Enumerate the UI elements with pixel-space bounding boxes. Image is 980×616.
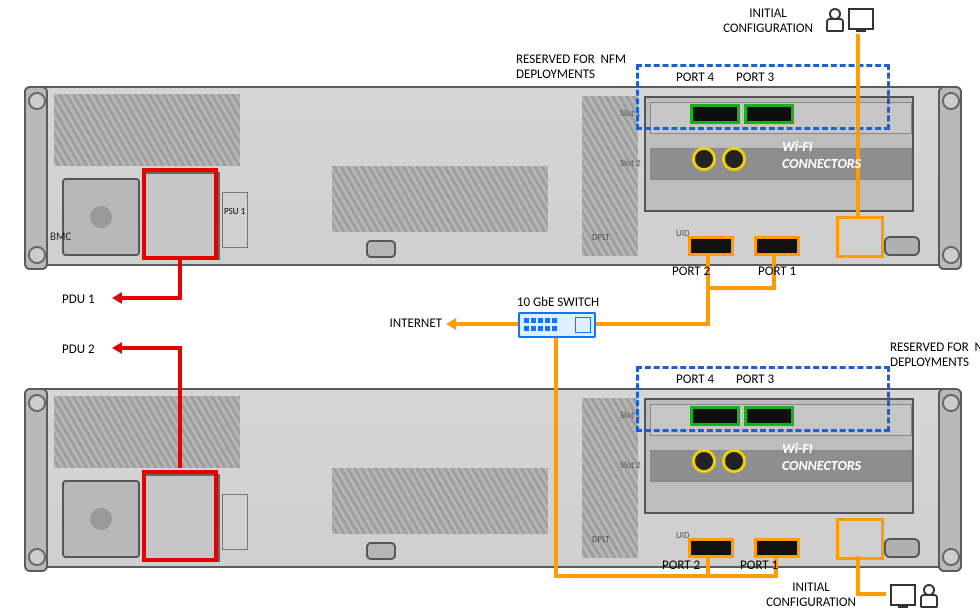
- dplt-label: DPLT: [592, 232, 610, 243]
- switch-label: 10 GbE SWITCH: [510, 295, 606, 310]
- data-wire: [706, 286, 776, 290]
- fan-icon: [62, 480, 140, 558]
- switch-icon: [518, 312, 596, 338]
- pc-icon: [848, 8, 874, 30]
- port1-orange-bot: [754, 538, 800, 558]
- vent-right: [582, 398, 638, 558]
- port2-orange-bot: [688, 538, 734, 558]
- initial-config-label-top: INITIAL CONFIGURATION: [720, 6, 816, 36]
- user-icon: [920, 584, 936, 604]
- dplt-label: DPLT: [592, 534, 610, 545]
- fan-icon: [62, 178, 140, 256]
- slot2-label: Slot 2: [620, 460, 641, 471]
- port1-orange-top: [754, 236, 800, 256]
- power-inlet-highlight-top: [142, 168, 218, 260]
- port3-green-bot: [744, 406, 794, 426]
- vent-right: [582, 96, 638, 256]
- vent-center: [332, 166, 548, 232]
- vga-port: [884, 236, 920, 256]
- db9-port: [366, 542, 396, 560]
- port4-green-bot: [690, 406, 740, 426]
- rack-ear-right: [938, 388, 962, 572]
- rack-ear-left: [24, 86, 48, 270]
- slot2-label: Slot 2: [620, 158, 641, 169]
- reserved-nfm-label-bottom: RESERVED FOR NFM DEPLOYMENTS: [890, 340, 980, 370]
- port2-label-top: PORT 2: [672, 264, 710, 279]
- mgmt-port-highlight-top: [836, 216, 884, 258]
- bmc-label: BMC: [50, 230, 71, 243]
- pc-icon: [890, 584, 916, 606]
- wifi-conn-a-top: [692, 147, 716, 171]
- port3-green-top: [744, 104, 794, 124]
- port1-label-top: PORT 1: [758, 264, 796, 279]
- diagram-stage: { "labels": { "initialConfigTop": "INITI…: [0, 0, 980, 616]
- db9-port: [366, 240, 396, 258]
- rack-ear-right: [938, 86, 962, 270]
- mgmt-port-highlight-bottom: [836, 518, 884, 560]
- arrow-icon: [112, 342, 122, 354]
- wifi-conn-b-top: [722, 147, 746, 171]
- vent-top-left: [54, 94, 240, 166]
- rack-ear-left: [24, 388, 48, 572]
- psu-label: [222, 192, 248, 248]
- initial-config-label-bottom: INITIAL CONFIGURATION: [746, 580, 876, 610]
- wifi-conn-a-bot: [692, 449, 716, 473]
- data-wire: [596, 322, 710, 326]
- internet-label: INTERNET: [380, 316, 442, 331]
- power-wire-top: [122, 296, 182, 300]
- data-wire: [856, 592, 886, 596]
- vga-port: [884, 538, 920, 558]
- port4-green-top: [690, 104, 740, 124]
- data-wire: [456, 322, 518, 326]
- slot2-card: [650, 450, 912, 482]
- reserved-nfm-label-top: RESERVED FOR NFM DEPLOYMENTS: [516, 52, 646, 82]
- wifi-conn-b-bot: [722, 449, 746, 473]
- vent-top-left: [54, 396, 240, 468]
- vent-center: [332, 468, 548, 534]
- slot2-card: [650, 148, 912, 180]
- power-inlet-highlight-bottom: [142, 470, 218, 562]
- psu-label: [222, 494, 248, 550]
- pdu1-label: PDU 1: [62, 292, 95, 307]
- data-wire: [554, 574, 778, 578]
- pdu2-label: PDU 2: [62, 342, 95, 357]
- arrow-icon: [446, 318, 456, 330]
- user-icon: [826, 8, 842, 28]
- arrow-icon: [112, 292, 122, 304]
- power-wire-bottom: [122, 346, 182, 350]
- port2-orange-top: [688, 236, 734, 256]
